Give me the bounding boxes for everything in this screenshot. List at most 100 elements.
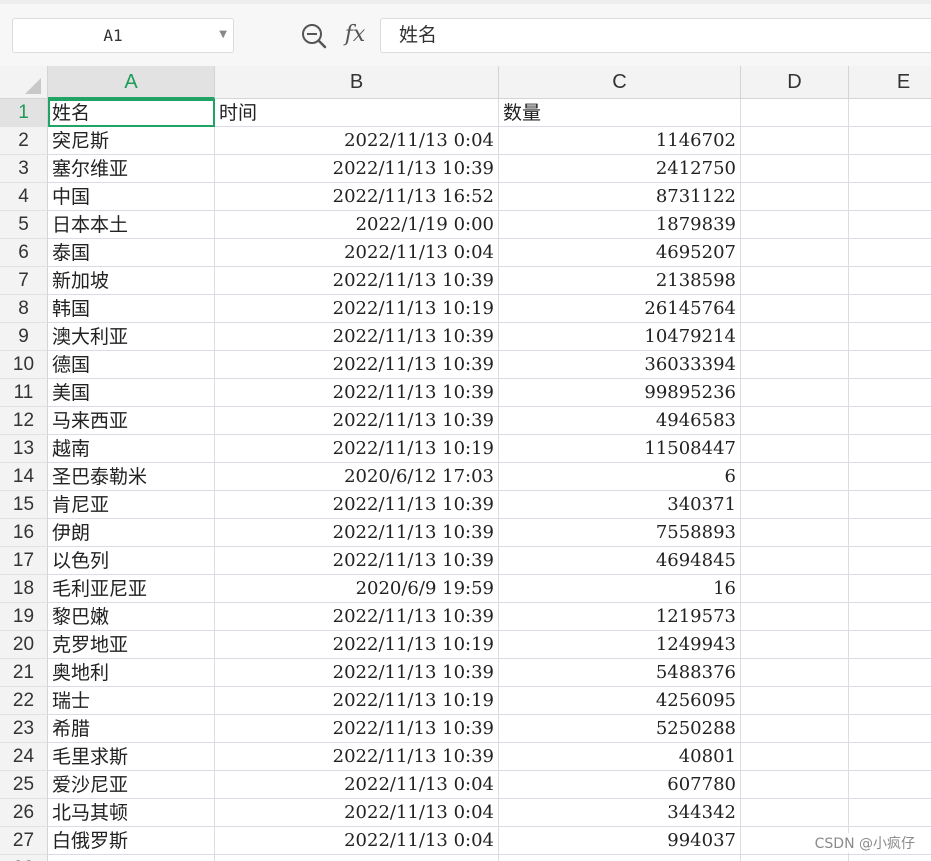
cell-name[interactable]: 塞尔维亚: [48, 155, 215, 183]
cell-empty-e[interactable]: [849, 435, 931, 463]
row-header[interactable]: 3: [0, 155, 48, 183]
cell-empty-d[interactable]: [741, 155, 849, 183]
row-header[interactable]: 12: [0, 407, 48, 435]
cell-name[interactable]: 美国: [48, 379, 215, 407]
column-header-a[interactable]: A: [48, 66, 215, 99]
row-header[interactable]: 8: [0, 295, 48, 323]
cell-empty-e[interactable]: [849, 295, 931, 323]
cell-time[interactable]: 2020/6/9 19:59: [215, 575, 499, 603]
cell-empty-e[interactable]: [849, 351, 931, 379]
cell-time[interactable]: 2022/1/19 0:00: [215, 211, 499, 239]
cell-quantity[interactable]: 5250288: [499, 715, 741, 743]
cell-quantity[interactable]: 2412750: [499, 155, 741, 183]
cell-name[interactable]: 毛里求斯: [48, 743, 215, 771]
cell-time[interactable]: 2020/6/12 17:03: [215, 463, 499, 491]
cell-name[interactable]: 姓名: [48, 99, 215, 127]
cell-empty-d[interactable]: [741, 127, 849, 155]
cell-empty-d[interactable]: [741, 547, 849, 575]
row-header[interactable]: 6: [0, 239, 48, 267]
cell-empty-e[interactable]: [849, 855, 931, 861]
cell-empty-e[interactable]: [849, 211, 931, 239]
cell-empty-e[interactable]: [849, 491, 931, 519]
cell-name[interactable]: 日本本土: [48, 211, 215, 239]
cell-empty-e[interactable]: [849, 127, 931, 155]
cell-name[interactable]: 马来西亚: [48, 407, 215, 435]
cell-empty-e[interactable]: [849, 99, 931, 127]
row-header[interactable]: 7: [0, 267, 48, 295]
row-header[interactable]: 4: [0, 183, 48, 211]
name-box[interactable]: A1 ▼: [12, 18, 234, 53]
cell-empty-d[interactable]: [741, 463, 849, 491]
cell-quantity[interactable]: 1249943: [499, 631, 741, 659]
cell-name[interactable]: 毛利亚尼亚: [48, 575, 215, 603]
row-header[interactable]: 21: [0, 659, 48, 687]
cell-time[interactable]: 2022/11/13 10:39: [215, 323, 499, 351]
cell-empty-d[interactable]: [741, 575, 849, 603]
cell-quantity[interactable]: 2138598: [499, 267, 741, 295]
cell-name[interactable]: 以色列: [48, 547, 215, 575]
cell-empty-d[interactable]: [741, 435, 849, 463]
cell-empty-d[interactable]: [741, 491, 849, 519]
cell-quantity[interactable]: 26145764: [499, 295, 741, 323]
cell-time[interactable]: 2022/11/13 10:39: [215, 407, 499, 435]
cell-name[interactable]: 肯尼亚: [48, 491, 215, 519]
cell-empty-d[interactable]: [741, 743, 849, 771]
cell-name[interactable]: 瑞士: [48, 687, 215, 715]
cell-empty-d[interactable]: [741, 295, 849, 323]
cell-name[interactable]: 突尼斯: [48, 127, 215, 155]
chevron-down-icon[interactable]: ▼: [219, 29, 227, 40]
zoom-formula-icon[interactable]: [300, 22, 328, 50]
row-header[interactable]: 11: [0, 379, 48, 407]
cell-empty-d[interactable]: [741, 603, 849, 631]
cell-time[interactable]: 2022/11/13 10:39: [215, 659, 499, 687]
cell-empty-e[interactable]: [849, 631, 931, 659]
cell-empty-e[interactable]: [849, 407, 931, 435]
cell-quantity[interactable]: 4694845: [499, 547, 741, 575]
cell-empty-e[interactable]: [849, 239, 931, 267]
cell-quantity[interactable]: 5488376: [499, 659, 741, 687]
cell-quantity[interactable]: 16: [499, 575, 741, 603]
row-header[interactable]: 25: [0, 771, 48, 799]
cell-time[interactable]: 2022/11/13 10:39: [215, 603, 499, 631]
cell-empty-d[interactable]: [741, 211, 849, 239]
cell-time[interactable]: 2022/11/13 10:39: [215, 491, 499, 519]
cell-quantity[interactable]: 6: [499, 463, 741, 491]
cell-empty-e[interactable]: [849, 519, 931, 547]
cell-empty-d[interactable]: [741, 687, 849, 715]
cell-quantity[interactable]: 344342: [499, 799, 741, 827]
cell-quantity[interactable]: 1219573: [499, 603, 741, 631]
cell-empty-e[interactable]: [849, 687, 931, 715]
cell-empty-e[interactable]: [849, 155, 931, 183]
cell-empty-d[interactable]: [741, 771, 849, 799]
cell-name[interactable]: 中国: [48, 183, 215, 211]
row-header[interactable]: 2: [0, 127, 48, 155]
cell-empty-d[interactable]: [741, 659, 849, 687]
cell-quantity[interactable]: 607780: [499, 771, 741, 799]
cell-time[interactable]: 2022/11/13 10:39: [215, 743, 499, 771]
column-header-e[interactable]: E: [849, 66, 931, 99]
cell-name[interactable]: 伊朗: [48, 519, 215, 547]
cell-quantity[interactable]: 36033394: [499, 351, 741, 379]
cell-empty-d[interactable]: [741, 715, 849, 743]
cell-empty-e[interactable]: [849, 183, 931, 211]
cell-time[interactable]: 2022/11/13 10:39: [215, 155, 499, 183]
cell-empty-d[interactable]: [741, 855, 849, 861]
row-header[interactable]: 9: [0, 323, 48, 351]
row-header[interactable]: 24: [0, 743, 48, 771]
cell-time[interactable]: 2022/11/13 10:39: [215, 267, 499, 295]
cell-empty-e[interactable]: [849, 715, 931, 743]
cell-quantity[interactable]: 994037: [499, 827, 741, 855]
cell-empty-e[interactable]: [849, 799, 931, 827]
cell-time[interactable]: 2022/11/13 16:52: [215, 183, 499, 211]
cell-empty-d[interactable]: [741, 267, 849, 295]
cell-name[interactable]: 圣巴泰勒米: [48, 463, 215, 491]
cell-time[interactable]: 2022/11/13 10:19: [215, 435, 499, 463]
cell-name[interactable]: 新加坡: [48, 267, 215, 295]
cell-quantity[interactable]: 8731122: [499, 183, 741, 211]
cell-empty-d[interactable]: [741, 519, 849, 547]
row-header[interactable]: 13: [0, 435, 48, 463]
cell-time[interactable]: 2022/11/13 10:19: [215, 295, 499, 323]
cell-time[interactable]: 2022/11/13 0:04: [215, 239, 499, 267]
cell-name[interactable]: 希腊: [48, 715, 215, 743]
cell-name[interactable]: 澳大利亚: [48, 323, 215, 351]
